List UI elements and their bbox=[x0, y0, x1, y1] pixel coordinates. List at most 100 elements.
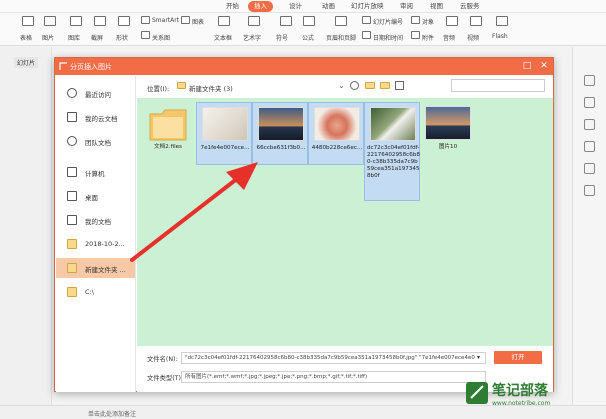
view-mode-icon[interactable] bbox=[395, 81, 404, 90]
toolbar-audio[interactable]: 音频 bbox=[443, 33, 455, 42]
back-icon[interactable] bbox=[350, 81, 359, 90]
chevron-down-icon[interactable]: ⌄ bbox=[338, 81, 345, 90]
textbox-icon[interactable] bbox=[218, 16, 230, 26]
sidebar-item-team-docs[interactable]: 团队文档 bbox=[56, 131, 135, 151]
file-item-image-1[interactable]: 7e1fe4e007ece... bbox=[196, 102, 252, 165]
file-item-folder[interactable]: 文档2.files bbox=[140, 102, 196, 184]
toolbar-object[interactable]: 对象 bbox=[422, 17, 434, 26]
menu-tab-animation[interactable]: 动画 bbox=[316, 1, 341, 12]
file-item-image-5[interactable]: 图片10 bbox=[420, 102, 476, 165]
toolbar-screenshot[interactable]: 截屏 bbox=[91, 33, 103, 42]
menu-tab-view[interactable]: 视图 bbox=[424, 1, 449, 12]
symbol-icon[interactable] bbox=[280, 16, 292, 26]
filetype-select[interactable]: 所有图片(*.emf;*.wmf;*.jpg;*.jpeg;*.jpe;*.pn… bbox=[181, 371, 486, 383]
dialog-sidebar: 最近访问 我的云文档 团队文档 计算机 桌面 我的文档 2018-10-2... bbox=[56, 76, 136, 392]
up-folder-icon[interactable] bbox=[365, 82, 375, 89]
shape-icon[interactable] bbox=[118, 16, 130, 26]
menu-tab-cloud[interactable]: 云服务 bbox=[454, 1, 486, 12]
file-name: 7e1fe4e007ece... bbox=[200, 145, 250, 151]
sidebar-item-label: 团队文档 bbox=[85, 139, 111, 147]
screenshot-icon[interactable] bbox=[94, 16, 106, 26]
toolbar-symbol[interactable]: 符号 bbox=[276, 33, 288, 42]
chevron-down-icon[interactable]: ▾ bbox=[477, 354, 480, 361]
search-input[interactable] bbox=[451, 79, 545, 92]
menu-tab-start[interactable]: 开始 bbox=[220, 1, 245, 12]
filename-field[interactable]: "dc72c3c04ef01fdf-22176402958c6b80-c38b3… bbox=[181, 352, 486, 364]
share-icon[interactable] bbox=[584, 163, 595, 174]
picture-icon[interactable] bbox=[44, 16, 56, 26]
folder-icon bbox=[67, 239, 77, 249]
close-button[interactable]: ✕ bbox=[538, 60, 550, 72]
toolbar-formula[interactable]: 公式 bbox=[302, 33, 314, 42]
tools-icon[interactable] bbox=[584, 185, 595, 196]
folder-icon bbox=[67, 263, 77, 273]
toolbar-attachment[interactable]: 附件 bbox=[422, 33, 434, 42]
sidebar-item-desktop[interactable]: 桌面 bbox=[56, 186, 135, 206]
formula-icon[interactable] bbox=[303, 16, 315, 26]
table-icon[interactable] bbox=[22, 16, 34, 26]
wordart-icon[interactable] bbox=[248, 16, 260, 26]
toolbar-gallery[interactable]: 图库 bbox=[68, 33, 80, 42]
sidebar-item-recent[interactable]: 最近访问 bbox=[56, 83, 135, 103]
sidebar-item-new-folder[interactable]: 新建文件夹 ... bbox=[56, 258, 135, 278]
new-folder-icon[interactable] bbox=[380, 82, 390, 89]
location-bar: 位置(I): 新建文件夹 (3) ⌄ bbox=[137, 76, 553, 98]
toolbar-slide-number[interactable]: 幻灯片编号 bbox=[373, 17, 403, 26]
toolbar-datetime[interactable]: 日期和时间 bbox=[373, 33, 403, 42]
menu-tab-insert[interactable]: 插入 bbox=[248, 1, 273, 12]
video-icon[interactable] bbox=[470, 16, 482, 26]
sidebar-item-folder-2018[interactable]: 2018-10-2... bbox=[56, 234, 135, 254]
toolbar-shape[interactable]: 形状 bbox=[116, 33, 128, 42]
toolbar-video[interactable]: 视频 bbox=[467, 33, 479, 42]
toolbar-smartart[interactable]: SmartArt bbox=[152, 17, 179, 24]
file-name: 66ccbe631f3b0... bbox=[256, 145, 306, 151]
image-thumbnail bbox=[425, 106, 471, 140]
toolbar-header-footer[interactable]: 页眉和页脚 bbox=[326, 33, 356, 42]
toolbar-flash[interactable]: Flash bbox=[492, 33, 508, 40]
menu-tab-slideshow[interactable]: 幻灯片放映 bbox=[345, 1, 390, 12]
audio-icon[interactable] bbox=[446, 16, 458, 26]
sidebar-item-cloud-docs[interactable]: 我的云文档 bbox=[56, 107, 135, 127]
menu-tab-review[interactable]: 审阅 bbox=[394, 1, 419, 12]
file-item-image-2[interactable]: 66ccbe631f3b0... bbox=[252, 102, 308, 165]
image-thumbnail bbox=[258, 107, 304, 141]
slide-number-icon[interactable] bbox=[362, 16, 371, 24]
toolbar-wordart[interactable]: 艺术字 bbox=[243, 33, 261, 42]
design-icon[interactable] bbox=[584, 97, 595, 108]
sidebar-item-computer[interactable]: 计算机 bbox=[56, 162, 135, 182]
watermark-text: 笔记部落 bbox=[492, 383, 548, 399]
slide-panel-tab[interactable]: 幻灯片 bbox=[14, 57, 39, 68]
attachment-icon[interactable] bbox=[411, 31, 420, 39]
location-path[interactable]: 新建文件夹 (3) bbox=[189, 83, 233, 93]
flash-icon[interactable] bbox=[496, 16, 508, 26]
toolbar-picture[interactable]: 图片 bbox=[42, 33, 54, 42]
toolbar-table[interactable]: 表格 bbox=[20, 33, 32, 42]
notes-placeholder[interactable]: 单击此处添加备注 bbox=[88, 409, 136, 418]
gallery-icon[interactable] bbox=[70, 16, 82, 26]
filename-label: 文件名(N): bbox=[147, 356, 178, 363]
folder-icon bbox=[177, 82, 186, 89]
toolbar-textbox[interactable]: 文本框 bbox=[214, 33, 232, 42]
menu-tab-design[interactable]: 设计 bbox=[283, 1, 308, 12]
datetime-icon[interactable] bbox=[362, 31, 371, 39]
sidebar-item-my-docs[interactable]: 我的文档 bbox=[56, 210, 135, 230]
sidebar-item-drive-c[interactable]: C:\ bbox=[56, 282, 135, 302]
file-name: 文档2.files bbox=[154, 144, 182, 150]
header-footer-icon[interactable] bbox=[335, 16, 347, 26]
smartart-icon[interactable] bbox=[141, 16, 150, 24]
file-item-image-3[interactable]: 4480b228ce6ec... bbox=[308, 102, 364, 165]
maximize-button[interactable]: □ bbox=[521, 60, 533, 72]
properties-icon[interactable] bbox=[584, 75, 595, 86]
team-doc-icon bbox=[67, 136, 77, 146]
sidebar-item-label: 2018-10-2... bbox=[85, 240, 125, 248]
file-item-image-4[interactable]: dc72c3c04ef01fdf-22176402958c6b80-c38b33… bbox=[364, 102, 420, 201]
toolbar-chart[interactable]: 图表 bbox=[192, 17, 204, 26]
chart-icon[interactable] bbox=[181, 16, 190, 24]
relation-icon[interactable] bbox=[141, 31, 150, 39]
file-name: dc72c3c04ef01fdf-22176402958c6b80-c38b33… bbox=[367, 145, 420, 179]
animation-icon[interactable] bbox=[584, 119, 595, 130]
object-icon[interactable] bbox=[411, 16, 420, 24]
layout-icon[interactable] bbox=[584, 141, 595, 152]
open-button[interactable]: 打开 bbox=[494, 351, 542, 364]
toolbar-relation[interactable]: 关系图 bbox=[152, 33, 170, 42]
